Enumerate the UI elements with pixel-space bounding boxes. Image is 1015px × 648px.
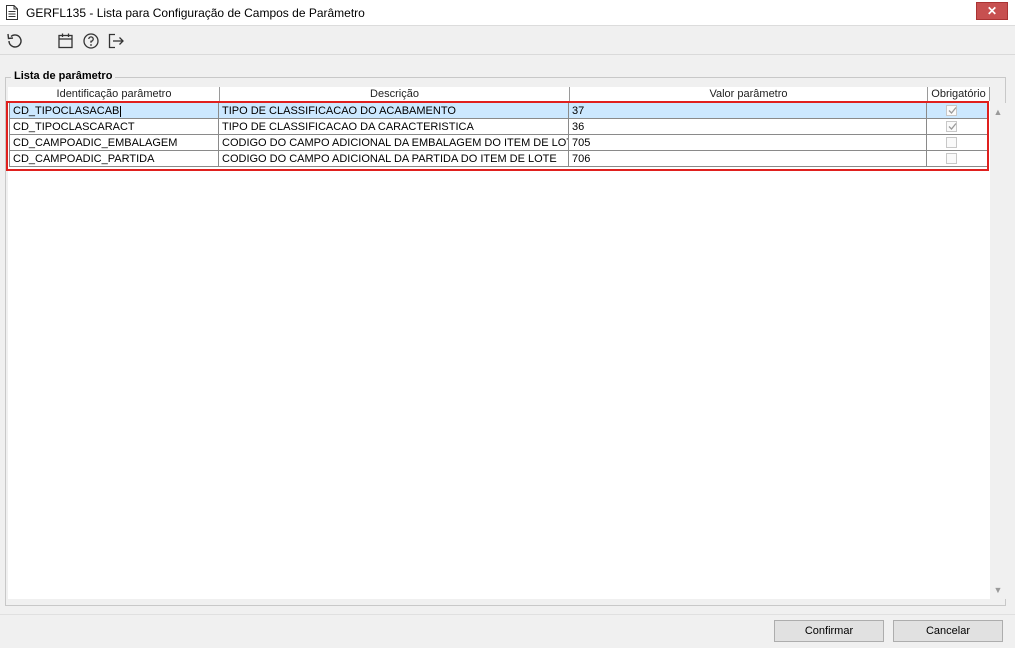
param-description-cell[interactable]: TIPO DE CLASSIFICACAO DA CARACTERISTICA: [219, 119, 569, 135]
param-required-cell: [927, 151, 987, 167]
checkmark-icon: [948, 123, 957, 130]
footer-divider: [0, 614, 1015, 615]
required-checkbox[interactable]: [946, 137, 957, 148]
param-required-cell: [927, 119, 987, 135]
toolbar: [0, 26, 1015, 55]
table-row[interactable]: CD_TIPOCLASACAB TIPO DE CLASSIFICACAO DO…: [9, 103, 987, 119]
vertical-scrollbar[interactable]: ▲ ▼: [990, 103, 1006, 599]
param-value-cell[interactable]: 705: [569, 135, 927, 151]
help-button[interactable]: [81, 31, 101, 51]
column-header-required[interactable]: Obrigatório: [928, 87, 990, 101]
refresh-icon: [7, 33, 22, 48]
param-required-cell: [927, 103, 987, 119]
title-bar: GERFL135 - Lista para Configuração de Ca…: [0, 0, 1015, 26]
param-value-cell[interactable]: 37: [569, 103, 927, 119]
close-button[interactable]: ✕: [976, 2, 1008, 20]
param-description-cell[interactable]: CODIGO DO CAMPO ADICIONAL DA EMBALAGEM D…: [219, 135, 569, 151]
calendar-icon: [58, 33, 73, 49]
calendar-button[interactable]: [56, 31, 76, 51]
param-description-cell[interactable]: TIPO DE CLASSIFICACAO DO ACABAMENTO: [219, 103, 569, 119]
column-header-id[interactable]: Identificação parâmetro: [9, 87, 220, 101]
table-row[interactable]: CD_CAMPOADIC_PARTIDA CODIGO DO CAMPO ADI…: [9, 151, 987, 167]
text-caret: [120, 105, 122, 117]
param-value-cell[interactable]: 706: [569, 151, 927, 167]
window-title: GERFL135 - Lista para Configuração de Ca…: [26, 6, 365, 20]
param-id-cell[interactable]: CD_TIPOCLASCARACT: [9, 119, 219, 135]
table-row[interactable]: CD_CAMPOADIC_EMBALAGEM CODIGO DO CAMPO A…: [9, 135, 987, 151]
cancel-button[interactable]: Cancelar: [893, 620, 1003, 642]
param-id-cell[interactable]: CD_TIPOCLASACAB: [9, 103, 219, 119]
scroll-up-icon[interactable]: ▲: [990, 105, 1006, 119]
param-description-cell[interactable]: CODIGO DO CAMPO ADICIONAL DA PARTIDA DO …: [219, 151, 569, 167]
required-checkbox[interactable]: [946, 105, 957, 116]
required-checkbox[interactable]: [946, 121, 957, 132]
scroll-down-icon[interactable]: ▼: [990, 583, 1006, 597]
exit-button[interactable]: [106, 31, 126, 51]
required-checkbox[interactable]: [946, 153, 957, 164]
checkmark-icon: [948, 107, 957, 114]
column-header-value[interactable]: Valor parâmetro: [570, 87, 928, 101]
exit-icon: [108, 33, 124, 49]
param-required-cell: [927, 135, 987, 151]
help-icon: [83, 33, 99, 49]
param-value-cell[interactable]: 36: [569, 119, 927, 135]
group-legend: Lista de parâmetro: [11, 70, 116, 82]
table-row[interactable]: CD_TIPOCLASCARACT TIPO DE CLASSIFICACAO …: [9, 119, 987, 135]
document-icon: [6, 5, 18, 20]
param-id-cell[interactable]: CD_CAMPOADIC_EMBALAGEM: [9, 135, 219, 151]
refresh-button[interactable]: [5, 31, 25, 51]
confirm-button[interactable]: Confirmar: [774, 620, 884, 642]
column-header-description[interactable]: Descrição: [220, 87, 570, 101]
param-id-cell[interactable]: CD_CAMPOADIC_PARTIDA: [9, 151, 219, 167]
